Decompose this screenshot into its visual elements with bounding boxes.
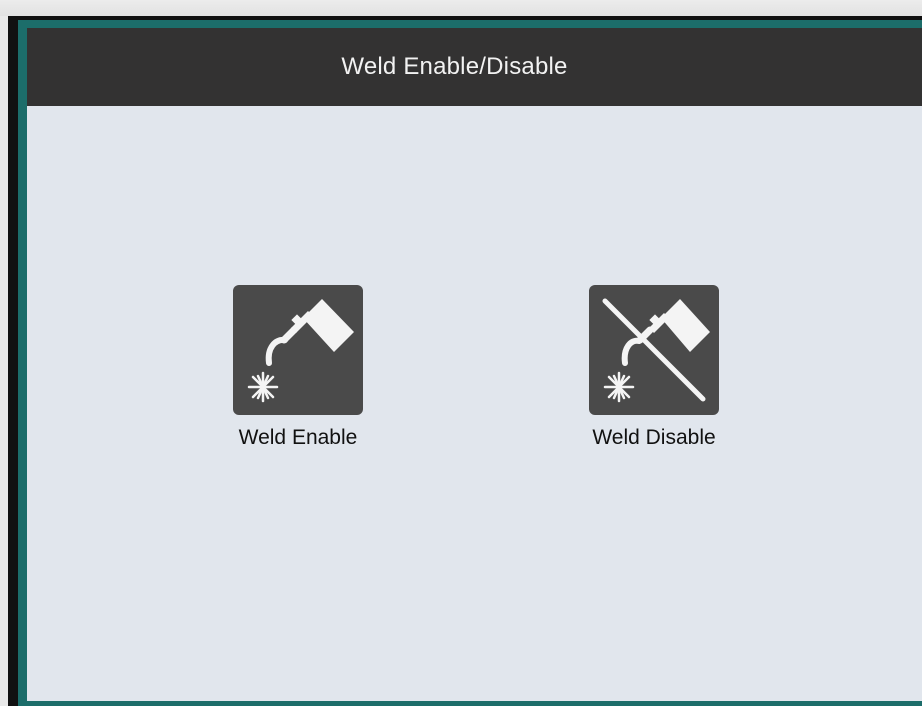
- weld-enable-label: Weld Enable: [238, 426, 358, 449]
- weld-torch-disabled-icon: [602, 298, 710, 403]
- device-frame: Weld Enable/Disable Weld Enable Weld Dis…: [8, 16, 922, 706]
- weld-torch-icon: [247, 299, 354, 403]
- weld-disable-tile[interactable]: [589, 285, 719, 415]
- page-title: Weld Enable/Disable: [341, 53, 568, 80]
- weld-enable-button[interactable]: Weld Enable: [213, 285, 383, 465]
- weld-enable-disable-screen: Weld Enable/Disable Weld Enable Weld Dis…: [27, 28, 922, 701]
- weld-enable-tile[interactable]: [233, 285, 363, 415]
- screen-border: Weld Enable/Disable Weld Enable Weld Dis…: [18, 20, 922, 706]
- weld-disable-button[interactable]: Weld Disable: [569, 285, 739, 465]
- top-window-strip: [0, 0, 922, 16]
- header-bar: Weld Enable/Disable: [27, 28, 922, 106]
- weld-disable-label: Weld Disable: [592, 426, 716, 449]
